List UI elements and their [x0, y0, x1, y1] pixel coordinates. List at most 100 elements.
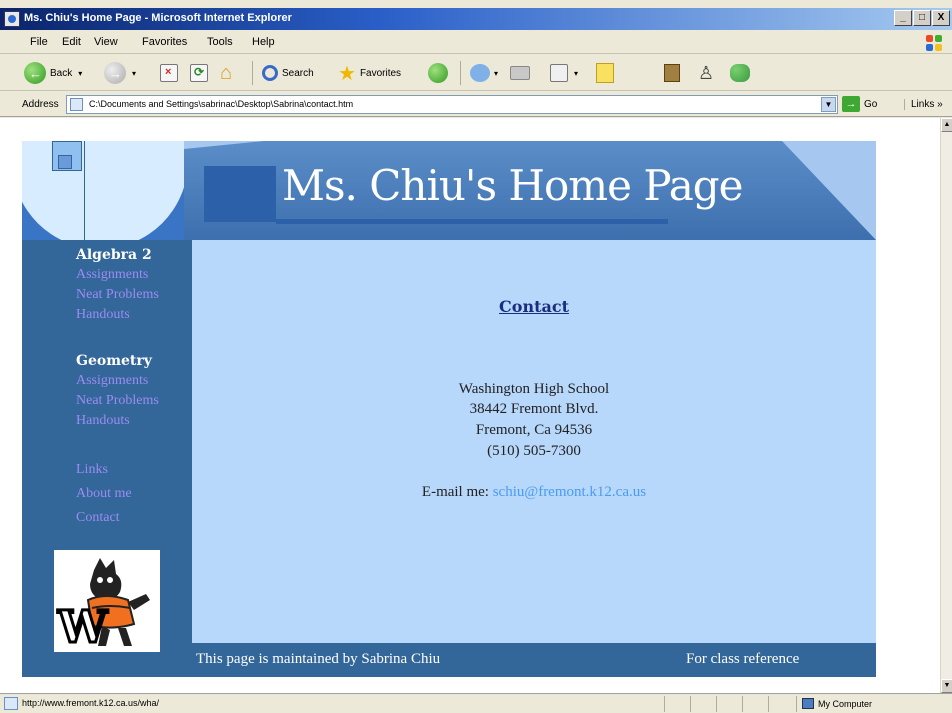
menu-edit[interactable]: Edit	[62, 36, 81, 48]
banner-wedge-top	[184, 141, 264, 149]
home-button[interactable]: ⌂	[220, 61, 232, 85]
vertical-scrollbar[interactable]: ▲ ▼	[940, 118, 952, 693]
links-button[interactable]: Links »	[904, 99, 943, 110]
status-bar: http://www.fremont.k12.ca.us/wha/ My Com…	[0, 693, 952, 713]
banner-accent-block	[204, 166, 276, 222]
address-bar: Address C:\Documents and Settings\sabrin…	[0, 93, 952, 117]
nav-group-geometry: Geometry Assignments Neat Problems Hando…	[76, 351, 159, 431]
phone-number: (510) 505-7300	[487, 443, 581, 459]
back-button[interactable]: ← Back ▾	[24, 61, 82, 85]
research-button[interactable]	[664, 61, 680, 85]
address-label: Address	[22, 99, 59, 110]
email-prefix: E-mail me:	[421, 484, 489, 500]
window-title: Ms. Chiu's Home Page - Microsoft Interne…	[24, 12, 292, 24]
search-icon	[262, 65, 278, 81]
menu-favorites[interactable]: Favorites	[142, 36, 187, 48]
toolbar: ← Back ▾ → ▾ × ⟳ ⌂ Search ★ Favorites ▾ …	[0, 55, 952, 91]
stop-button[interactable]: ×	[160, 61, 178, 85]
minimize-button[interactable]: _	[894, 10, 912, 26]
stop-icon: ×	[160, 64, 178, 82]
wildcat-mascot-image: W	[54, 550, 160, 655]
nav-link-geometry-assignments[interactable]: Assignments	[76, 371, 159, 391]
title-bar[interactable]: Ms. Chiu's Home Page - Microsoft Interne…	[0, 8, 952, 30]
nav-link-algebra-handouts[interactable]: Handouts	[76, 305, 159, 325]
nav-link-geometry-neat-problems[interactable]: Neat Problems	[76, 391, 159, 411]
favorites-button[interactable]: ★ Favorites	[338, 61, 401, 85]
refresh-icon: ⟳	[190, 64, 208, 82]
banner-wedge	[782, 141, 876, 240]
back-label: Back	[50, 67, 73, 79]
search-button[interactable]: Search	[262, 61, 314, 85]
nav-link-algebra-neat-problems[interactable]: Neat Problems	[76, 285, 159, 305]
star-icon: ★	[338, 62, 356, 85]
close-button[interactable]: X	[932, 10, 950, 26]
street-address: 38442 Fremont Blvd.	[469, 401, 599, 417]
status-pane	[664, 696, 665, 712]
chevron-down-icon: ▾	[132, 68, 137, 78]
home-icon: ⌂	[220, 61, 233, 84]
print-button[interactable]	[510, 61, 530, 85]
address-dropdown-button[interactable]: ▼	[821, 97, 836, 112]
messenger-button[interactable]: ♙	[698, 61, 714, 85]
menu-help[interactable]: Help	[252, 36, 275, 48]
logo-line	[84, 141, 85, 240]
mail-button[interactable]: ▾	[470, 61, 498, 85]
nav-link-about-me[interactable]: About me	[76, 482, 132, 506]
status-url: http://www.fremont.k12.ca.us/wha/	[22, 698, 160, 708]
page-icon	[70, 98, 83, 111]
footer-note: For class reference	[686, 651, 800, 667]
scroll-up-button[interactable]: ▲	[941, 118, 952, 132]
discuss-button[interactable]	[596, 61, 614, 85]
scroll-down-button[interactable]: ▼	[941, 679, 952, 693]
search-label: Search	[282, 67, 314, 79]
nav-link-geometry-handouts[interactable]: Handouts	[76, 411, 159, 431]
nav-link-contact[interactable]: Contact	[76, 506, 132, 530]
refresh-button[interactable]: ⟳	[190, 61, 208, 85]
go-arrow-icon: →	[842, 96, 860, 112]
history-icon	[428, 63, 448, 83]
email-line: E-mail me: schiu@fremont.k12.ca.us	[192, 484, 876, 501]
page-icon	[4, 697, 18, 710]
chevron-down-icon: ▾	[574, 68, 579, 78]
nav-heading-algebra: Algebra 2	[76, 247, 152, 263]
menu-bar: File Edit View Favorites Tools Help	[0, 32, 952, 54]
edit-button[interactable]: ▾	[550, 61, 578, 85]
nav-heading-geometry: Geometry	[76, 353, 152, 369]
status-pane	[742, 696, 743, 712]
history-button[interactable]	[428, 61, 448, 85]
footer-maintainer: This page is maintained by Sabrina Chiu	[196, 651, 441, 667]
note-icon	[596, 63, 614, 83]
go-button[interactable]: → Go	[842, 96, 877, 112]
zone-label: My Computer	[818, 698, 873, 709]
address-url: C:\Documents and Settings\sabrinac\Deskt…	[89, 99, 354, 109]
address-input[interactable]: C:\Documents and Settings\sabrinac\Deskt…	[66, 95, 838, 114]
edit-icon	[550, 64, 568, 82]
ie-icon	[4, 11, 20, 27]
city-state-zip: Fremont, Ca 94536	[475, 422, 593, 438]
maximize-button[interactable]: □	[913, 10, 931, 26]
window-controls: _ □ X	[894, 10, 950, 26]
banner-underline	[276, 219, 668, 224]
status-pane	[796, 696, 797, 712]
status-pane	[768, 696, 769, 712]
menu-file[interactable]: File	[30, 36, 48, 48]
browser-window: Ms. Chiu's Home Page - Microsoft Interne…	[0, 0, 952, 713]
logo-square-small	[58, 155, 72, 169]
mail-icon	[470, 64, 490, 82]
web-page: Ms. Chiu's Home Page Algebra 2 Assignmen…	[22, 141, 876, 677]
status-pane	[690, 696, 691, 712]
page-banner: Ms. Chiu's Home Page	[22, 141, 876, 240]
toolbar-separator	[460, 61, 461, 85]
forward-button[interactable]: → ▾	[104, 61, 136, 85]
security-zone: My Computer	[802, 698, 872, 709]
nav-link-links[interactable]: Links	[76, 458, 132, 482]
menu-tools[interactable]: Tools	[207, 36, 233, 48]
menu-view[interactable]: View	[94, 36, 118, 48]
windows-logo-icon	[922, 34, 948, 52]
windows-messenger-button[interactable]	[730, 61, 750, 85]
nav-group-misc: Links About me Contact	[76, 458, 132, 530]
toolbar-separator	[252, 61, 253, 85]
computer-icon	[802, 698, 814, 709]
email-link[interactable]: schiu@fremont.k12.ca.us	[493, 484, 646, 500]
nav-link-algebra-assignments[interactable]: Assignments	[76, 265, 159, 285]
